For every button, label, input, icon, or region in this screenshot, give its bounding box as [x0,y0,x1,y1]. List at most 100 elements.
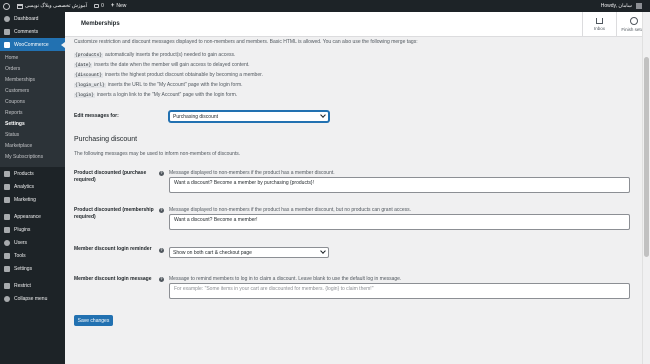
settings-icon [4,265,10,272]
intro-text: Customize restriction and discount messa… [74,39,418,45]
menu-label: Collapse menu [14,295,48,302]
admin-sidebar: Dashboard Comments WooCommerce Home Orde… [0,12,65,364]
login-reminder-label: Member discount login reminder [74,246,152,252]
site-name-label: آموزش تخصصی وبلاگ نویسی [25,3,88,9]
greeting-label: Howdy, سامان [600,3,632,9]
membership-required-description: Message displayed to non-members if the … [169,207,412,213]
login-message-description: Message to remind members to log in to c… [169,276,402,282]
merge-tags-list: {products} automatically inserts the pro… [74,50,263,100]
submenu-reports[interactable]: Reports [0,108,65,119]
page-header: Memberships Inbox Finish setup [65,12,650,37]
inbox-icon [596,17,603,24]
submenu-my-subscriptions[interactable]: My Subscriptions [0,152,65,163]
purchase-required-label: Product discounted (purchase required) [74,170,147,183]
submenu-home[interactable]: Home [0,53,65,64]
menu-tools[interactable]: Tools [0,249,65,262]
scrollbar-thumb[interactable] [644,57,649,257]
new-content-link[interactable]: + New [111,3,127,9]
inbox-label: Inbox [593,25,605,31]
site-name-link[interactable]: آموزش تخصصی وبلاگ نویسی [17,3,87,9]
woocommerce-icon [4,41,10,48]
merge-tag-desc: inserts a login link to the "My Account"… [96,92,238,98]
menu-settings[interactable]: Settings [0,262,65,275]
login-message-textarea[interactable] [169,283,630,299]
purchase-required-description: Message displayed to non-members if the … [169,170,335,176]
merge-tag-item: {date} inserts the date when the member … [74,60,263,70]
submenu-status[interactable]: Status [0,130,65,141]
merge-tag-desc: inserts the date when the member will ga… [94,62,250,68]
collapse-icon [4,295,10,302]
merge-tag-code: {login_url} [74,82,106,88]
progress-ring-icon [629,16,638,25]
menu-label: Products [14,170,34,177]
menu-plugins[interactable]: Plugins [0,223,65,236]
merge-tag-desc: inserts the URL to the "My Account" page… [107,82,243,88]
appearance-icon [4,213,10,220]
merge-tag-item: {discount} inserts the highest product d… [74,70,263,80]
submenu-marketplace[interactable]: Marketplace [0,141,65,152]
dashboard-icon [4,15,10,22]
menu-restrict[interactable]: Restrict [0,279,65,292]
marketing-icon [4,196,10,203]
menu-label: Tools [14,252,26,259]
save-changes-button[interactable]: Save changes [74,315,113,326]
submenu-orders[interactable]: Orders [0,64,65,75]
comments-icon [4,28,10,35]
submenu-customers[interactable]: Customers [0,86,65,97]
menu-appearance[interactable]: Appearance [0,210,65,223]
admin-bar: آموزش تخصصی وبلاگ نویسی 0 + New Howdy, س… [0,0,650,12]
submenu-memberships[interactable]: Memberships [0,75,65,86]
help-icon[interactable]: ? [159,277,164,282]
my-account-link[interactable]: Howdy, سامان [601,3,650,9]
submenu-settings[interactable]: Settings [0,119,65,130]
home-icon [17,3,23,9]
woocommerce-submenu: Home Orders Memberships Customers Coupon… [0,51,65,167]
login-message-label: Member discount login message [74,276,152,282]
menu-marketing[interactable]: Marketing [0,193,65,206]
menu-woocommerce[interactable]: WooCommerce [0,38,65,51]
wordpress-logo-icon[interactable] [3,2,10,10]
inbox-button[interactable]: Inbox [582,12,616,36]
menu-comments[interactable]: Comments [0,25,65,38]
menu-products[interactable]: Products [0,167,65,180]
menu-label: Marketing [14,196,36,203]
new-label: New [116,3,127,9]
comments-count: 0 [101,3,104,9]
menu-users[interactable]: Users [0,236,65,249]
tools-icon [4,252,10,259]
merge-tag-desc: automatically inserts the product(s) nee… [105,52,236,58]
collapse-menu-button[interactable]: Collapse menu [0,292,65,305]
submenu-coupons[interactable]: Coupons [0,97,65,108]
menu-label: Restrict [14,282,31,289]
merge-tag-code: {date} [74,62,93,68]
avatar [636,3,642,9]
page-scrollbar[interactable] [642,12,650,364]
merge-tag-code: {products} [74,52,104,58]
menu-label: Users [14,239,28,246]
menu-label: WooCommerce [14,41,49,48]
plugins-icon [4,226,10,233]
help-icon[interactable]: ? [159,248,164,253]
merge-tag-code: {login} [74,92,95,98]
purchase-required-textarea[interactable]: Want a discount? Become a member by purc… [169,177,630,193]
menu-label: Analytics [14,183,35,190]
restrict-icon [4,282,10,289]
menu-dashboard[interactable]: Dashboard [0,12,65,25]
merge-tag-item: {login_url} inserts the URL to the "My A… [74,80,263,90]
products-icon [4,170,10,177]
merge-tag-code: {discount} [74,72,104,78]
menu-label: Dashboard [14,15,39,22]
login-reminder-select[interactable]: Show on both cart & checkout page [169,247,329,258]
menu-analytics[interactable]: Analytics [0,180,65,193]
section-title: Purchasing discount [74,136,138,143]
comments-link[interactable]: 0 [94,3,104,9]
menu-label: Appearance [14,213,41,220]
merge-tag-item: {login} inserts a login link to the "My … [74,90,263,100]
help-icon[interactable]: ? [159,208,164,213]
edit-messages-select[interactable]: Purchasing discount [169,111,329,122]
merge-tag-item: {products} automatically inserts the pro… [74,50,263,60]
help-icon[interactable]: ? [159,171,164,176]
menu-label: Comments [14,28,39,35]
edit-messages-label: Edit messages for: [74,113,119,119]
membership-required-textarea[interactable]: Want a discount? Become a member! [169,214,630,230]
